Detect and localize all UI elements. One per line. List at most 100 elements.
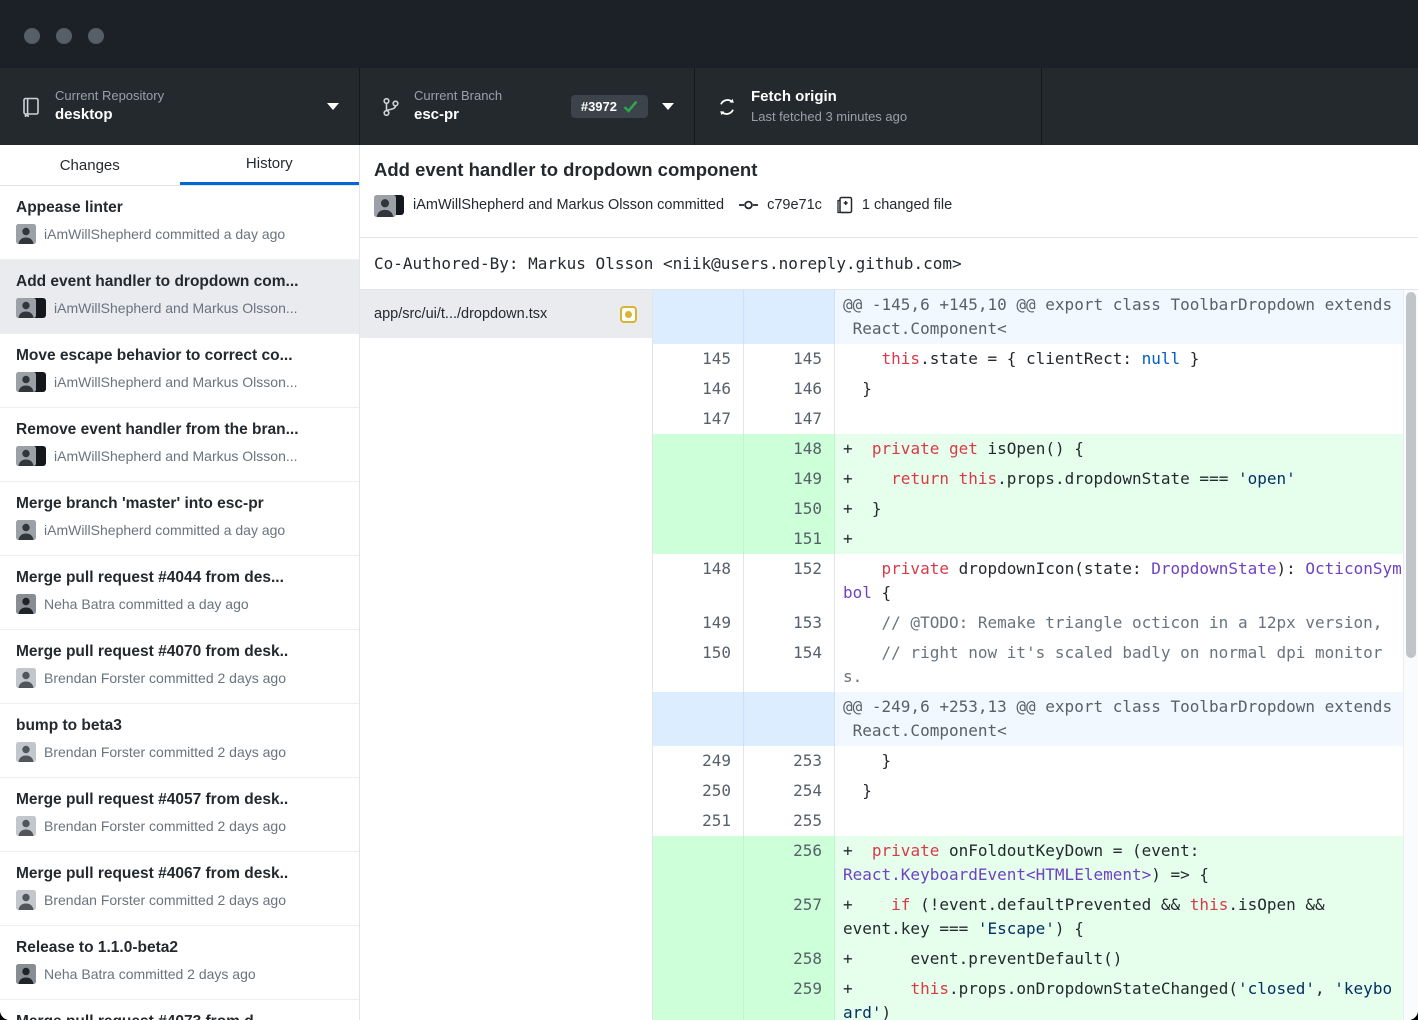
old-line-number: 249 xyxy=(653,746,744,776)
changed-files-count: 1 changed file xyxy=(862,197,952,213)
diff-line-content: + return this.props.dropdownState === 'o… xyxy=(835,464,1418,494)
diff-line: 149+ return this.props.dropdownState ===… xyxy=(653,464,1418,494)
new-line-number: 255 xyxy=(744,806,835,836)
avatar xyxy=(16,224,36,244)
avatar xyxy=(16,520,36,540)
commit-list-item[interactable]: bump to beta3 Brendan Forster committed … xyxy=(0,704,359,778)
minimize-window-button[interactable] xyxy=(56,28,72,44)
old-line-number xyxy=(653,974,744,1020)
file-row[interactable]: app/src/ui/t.../dropdown.tsx xyxy=(360,290,652,338)
commit-item-byline: iAmWillShepherd committed a day ago xyxy=(16,520,343,540)
commit-sha: c79e71c xyxy=(767,197,822,213)
dual-avatar xyxy=(16,446,46,466)
changed-files-panel: app/src/ui/t.../dropdown.tsx xyxy=(360,290,653,1020)
commit-item-byline: iAmWillShepherd committed a day ago xyxy=(16,224,343,244)
commit-item-title: Appease linter xyxy=(16,199,343,217)
diff-line: 146146 } xyxy=(653,374,1418,404)
commit-list-item[interactable]: Merge pull request #4067 from desk.. Bre… xyxy=(0,852,359,926)
diff-scrollbar-track[interactable] xyxy=(1403,290,1418,1020)
old-line-number: 250 xyxy=(653,776,744,806)
sync-icon xyxy=(717,96,737,118)
diff-line: 150+ } xyxy=(653,494,1418,524)
diff-line: 148152 private dropdownIcon(state: Dropd… xyxy=(653,554,1418,608)
fetch-subtitle: Last fetched 3 minutes ago xyxy=(751,109,907,125)
diff-line-content: @@ -249,6 +253,13 @@ export class Toolba… xyxy=(835,692,1418,746)
commit-item-title: Remove event handler from the bran... xyxy=(16,421,343,439)
traffic-lights xyxy=(24,28,104,44)
diff-line-content: @@ -145,6 +145,10 @@ export class Toolba… xyxy=(835,290,1418,344)
new-line-number: 253 xyxy=(744,746,835,776)
diff-line: 251255 xyxy=(653,806,1418,836)
sidebar-tabbar: Changes History xyxy=(0,145,359,186)
commit-list-item[interactable]: Move escape behavior to correct co... iA… xyxy=(0,334,359,408)
diff-line: 257+ if (!event.defaultPrevented && this… xyxy=(653,890,1418,944)
branch-selector[interactable]: Current Branch esc-pr #3972 xyxy=(360,68,695,145)
commit-item-byline: Brendan Forster committed 2 days ago xyxy=(16,668,343,688)
new-line-number: 259 xyxy=(744,974,835,1020)
tab-history[interactable]: History xyxy=(180,145,360,185)
diff-line-content: } xyxy=(835,776,1418,806)
commit-item-title: Merge pull request #4070 from desk.. xyxy=(16,643,343,661)
commit-item-byline: iAmWillShepherd and Markus Olsson... xyxy=(16,298,343,318)
file-modified-icon xyxy=(620,306,637,323)
old-line-number: 147 xyxy=(653,404,744,434)
new-line-number xyxy=(744,692,835,746)
commit-item-title: Merge pull request #4073 from d... xyxy=(16,1013,343,1020)
toolbar: Current Repository desktop Current Branc… xyxy=(0,68,1418,145)
maximize-window-button[interactable] xyxy=(88,28,104,44)
commit-item-title: Release to 1.1.0-beta2 xyxy=(16,939,343,957)
commit-list: Appease linter iAmWillShepherd committed… xyxy=(0,186,359,1020)
app-window: Current Repository desktop Current Branc… xyxy=(0,0,1418,1020)
pr-status-badge[interactable]: #3972 xyxy=(571,95,648,118)
old-line-number xyxy=(653,434,744,464)
repository-selector[interactable]: Current Repository desktop xyxy=(0,68,360,145)
diff-line-content: + private get isOpen() { xyxy=(835,434,1418,464)
dual-avatar xyxy=(374,195,404,215)
commit-list-item[interactable]: Merge branch 'master' into esc-pr iAmWil… xyxy=(0,482,359,556)
fetch-title: Fetch origin xyxy=(751,88,907,107)
fetch-origin-button[interactable]: Fetch origin Last fetched 3 minutes ago xyxy=(695,68,1042,145)
coauthor-line: Co-Authored-By: Markus Olsson <niik@user… xyxy=(360,237,1418,290)
avatar xyxy=(16,298,36,318)
new-line-number: 257 xyxy=(744,890,835,944)
diff-line: 256+ private onFoldoutKeyDown = (event:R… xyxy=(653,836,1418,890)
commit-list-item[interactable]: Merge pull request #4070 from desk.. Bre… xyxy=(0,630,359,704)
old-line-number: 149 xyxy=(653,608,744,638)
diff-line-content: // @TODO: Remake triangle octicon in a 1… xyxy=(835,608,1418,638)
chevron-down-icon xyxy=(327,103,339,110)
repo-icon xyxy=(22,97,41,117)
old-line-number xyxy=(653,290,744,344)
diff-line-content: + this.props.onDropdownStateChanged('clo… xyxy=(835,974,1418,1020)
old-line-number: 251 xyxy=(653,806,744,836)
diff-line-content: + } xyxy=(835,494,1418,524)
tab-changes[interactable]: Changes xyxy=(0,145,180,185)
avatar xyxy=(16,446,36,466)
new-line-number: 258 xyxy=(744,944,835,974)
diff-rows: @@ -145,6 +145,10 @@ export class Toolba… xyxy=(653,290,1418,1020)
close-window-button[interactable] xyxy=(24,28,40,44)
avatar xyxy=(16,816,36,836)
check-icon xyxy=(623,100,638,113)
commit-list-item[interactable]: Remove event handler from the bran... iA… xyxy=(0,408,359,482)
diff-line: 250254 } xyxy=(653,776,1418,806)
changed-file-icon xyxy=(837,196,853,214)
old-line-number: 146 xyxy=(653,374,744,404)
diff-scrollbar-thumb[interactable] xyxy=(1406,292,1416,658)
new-line-number: 145 xyxy=(744,344,835,374)
diff-line: 258+ event.preventDefault() xyxy=(653,944,1418,974)
content-area: Changes History Appease linter iAmWillSh… xyxy=(0,145,1418,1020)
commit-list-item[interactable]: Appease linter iAmWillShepherd committed… xyxy=(0,186,359,260)
diff-line-content: + xyxy=(835,524,1418,554)
history-sidebar: Changes History Appease linter iAmWillSh… xyxy=(0,145,360,1020)
branch-label: Current Branch xyxy=(414,88,502,104)
commit-list-item[interactable]: Add event handler to dropdown com... iAm… xyxy=(0,260,359,334)
diff-line-content: + private onFoldoutKeyDown = (event:Reac… xyxy=(835,836,1418,890)
commit-list-item[interactable]: Release to 1.1.0-beta2 Neha Batra commit… xyxy=(0,926,359,1000)
old-line-number xyxy=(653,944,744,974)
commit-list-item[interactable]: Merge pull request #4044 from des... Neh… xyxy=(0,556,359,630)
commit-list-item[interactable]: Merge pull request #4057 from desk.. Bre… xyxy=(0,778,359,852)
new-line-number: 154 xyxy=(744,638,835,692)
commit-list-item[interactable]: Merge pull request #4073 from d... xyxy=(0,1000,359,1020)
commit-item-byline: Brendan Forster committed 2 days ago xyxy=(16,890,343,910)
old-line-number xyxy=(653,692,744,746)
